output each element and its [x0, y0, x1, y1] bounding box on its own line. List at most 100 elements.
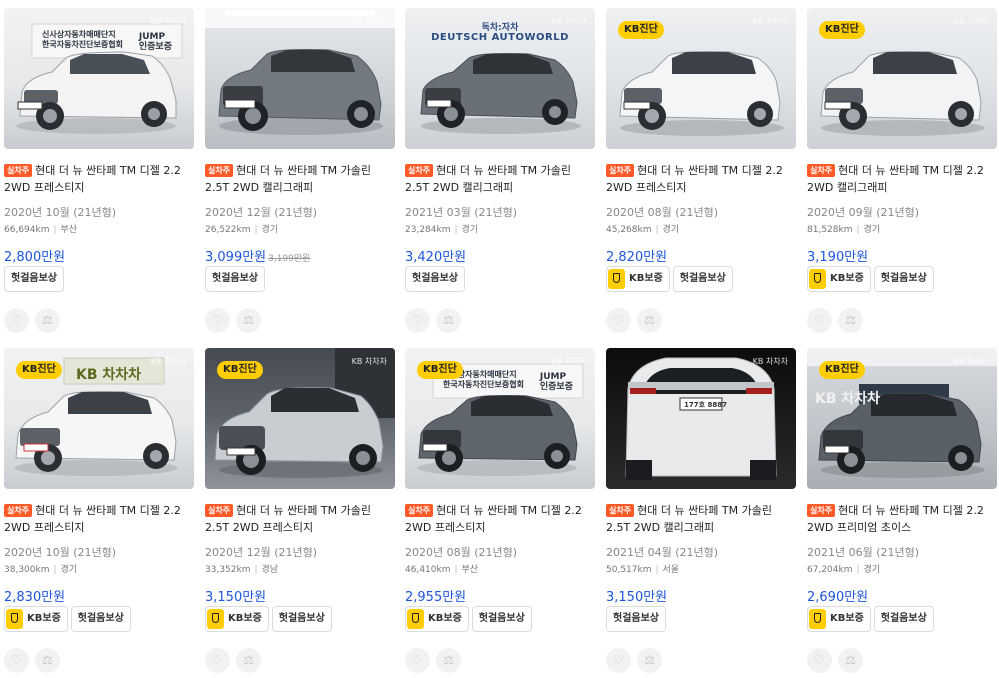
warranty-button[interactable]: 헛걸음보상	[471, 606, 532, 632]
kb-guarantee-button[interactable]: KB보증	[606, 266, 670, 292]
watermark: KB 차차차	[551, 17, 587, 26]
owner-badge: 실차주	[205, 164, 234, 177]
car-card[interactable]: 독차:자차 DEUTSCH AUTOWORLD KB 차차차 실차주 현대 더 뉴…	[405, 8, 595, 338]
owner-badge: 실차주	[405, 504, 434, 517]
shield-icon	[207, 609, 224, 629]
card-actions: ♡ ⚖	[405, 308, 467, 333]
car-card[interactable]: KB진단 KB 차차차 실차주 현대 더 뉴 싼타페 TM 디젤 2.2 2WD …	[606, 8, 796, 338]
car-photo[interactable]: KB진단 KB 차차차	[205, 348, 395, 489]
car-title[interactable]: 실차주 현대 더 뉴 싼타페 TM 가솔린 2.5T 2WD 캘리그래피	[405, 162, 595, 196]
card-actions: ♡ ⚖	[4, 648, 66, 673]
service-buttons: 헛걸음보상	[606, 606, 669, 632]
scale-icon[interactable]: ⚖	[838, 308, 863, 333]
heart-icon[interactable]: ♡	[807, 648, 832, 673]
scale-icon[interactable]: ⚖	[637, 648, 662, 673]
heart-icon[interactable]: ♡	[606, 648, 631, 673]
car-photo[interactable]: KB진단 KB 차차차	[606, 8, 796, 149]
car-card[interactable]: KB 차차차 KB진단 KB 차차차 실차주 현대 더 뉴 싼타페 TM 디젤 2…	[4, 348, 194, 678]
kb-wall-sign: KB 차차차	[76, 367, 142, 383]
service-buttons: 헛걸음보상	[205, 266, 268, 292]
heart-icon[interactable]: ♡	[807, 308, 832, 333]
kb-inspection-tag: KB진단	[819, 361, 865, 379]
shield-icon	[809, 269, 826, 289]
card-actions: ♡ ⚖	[606, 308, 668, 333]
car-price: 2,955만원	[405, 590, 467, 605]
scale-icon[interactable]: ⚖	[236, 648, 261, 673]
original-price: 3,199만원	[268, 254, 311, 264]
owner-badge: 실차주	[4, 164, 33, 177]
heart-icon[interactable]: ♡	[405, 308, 430, 333]
warranty-button[interactable]: 헛걸음보상	[873, 606, 934, 632]
heart-icon[interactable]: ♡	[405, 648, 430, 673]
car-meta: 66,694km | 부산	[4, 225, 78, 235]
car-title[interactable]: 실차주 현대 더 뉴 싼타페 TM 가솔린 2.5T 2WD 프레스티지	[205, 502, 395, 536]
warranty-button[interactable]: 헛걸음보상	[4, 266, 64, 292]
watermark: KB 차차차	[752, 17, 788, 26]
heart-icon[interactable]: ♡	[205, 308, 230, 333]
car-card[interactable]: KB 차차차 KB진단 KB 차차차 실차주 현대 더 뉴 싼타페 TM 디젤 2…	[807, 348, 997, 678]
scale-icon[interactable]: ⚖	[35, 648, 60, 673]
car-card[interactable]: KB진단 KB 차차차 실차주 현대 더 뉴 싼타페 TM 가솔린 2.5T 2W…	[205, 348, 395, 678]
card-actions: ♡ ⚖	[405, 648, 467, 673]
kb-guarantee-button[interactable]: KB보증	[405, 606, 469, 632]
card-actions: ♡ ⚖	[205, 648, 267, 673]
card-actions: ♡ ⚖	[606, 648, 668, 673]
car-card[interactable]: 177호 8887 KB 차차차 실차주 현대 더 뉴 싼타페 TM 가솔린 2.…	[606, 348, 796, 678]
kb-guarantee-button[interactable]: KB보증	[205, 606, 269, 632]
kb-guarantee-button[interactable]: KB보증	[807, 606, 871, 632]
service-buttons: KB보증 헛걸음보상	[205, 606, 335, 632]
owner-badge: 실차주	[205, 504, 234, 517]
card-actions: ♡ ⚖	[807, 308, 869, 333]
scale-icon[interactable]: ⚖	[35, 308, 60, 333]
car-photo[interactable]: KB 차차차 KB진단 KB 차차차	[807, 348, 997, 489]
warranty-button[interactable]: 헛걸음보상	[70, 606, 131, 632]
car-card[interactable]: 신사상자동차매매단지 한국자동차진단보증협회 JUMP 인증보증 KB 차차차 실차…	[4, 8, 194, 338]
car-card[interactable]: KB진단 KB 차차차 실차주 현대 더 뉴 싼타페 TM 디젤 2.2 2WD …	[807, 8, 997, 338]
car-title[interactable]: 실차주 현대 더 뉴 싼타페 TM 디젤 2.2 2WD 프레스티지	[4, 502, 194, 536]
car-title[interactable]: 실차주 현대 더 뉴 싼타페 TM 가솔린 2.5T 2WD 캘리그래피	[205, 162, 395, 196]
heart-icon[interactable]: ♡	[4, 648, 29, 673]
car-year: 2020년 10월 (21년형)	[4, 546, 117, 559]
car-title[interactable]: 실차주 현대 더 뉴 싼타페 TM 디젤 2.2 2WD 프레스티지	[606, 162, 796, 196]
car-title[interactable]: 실차주 현대 더 뉴 싼타페 TM 가솔린 2.5T 2WD 캘리그래피	[606, 502, 796, 536]
kb-guarantee-button[interactable]: KB보증	[807, 266, 871, 292]
car-title[interactable]: 실차주 현대 더 뉴 싼타페 TM 디젤 2.2 2WD 프리미엄 초이스	[807, 502, 997, 536]
scale-icon[interactable]: ⚖	[236, 308, 261, 333]
car-title[interactable]: 실차주 현대 더 뉴 싼타페 TM 디젤 2.2 2WD 프레스티지	[405, 502, 595, 536]
car-title[interactable]: 실차주 현대 더 뉴 싼타페 TM 디젤 2.2 2WD 프레스티지	[4, 162, 194, 196]
car-title[interactable]: 실차주 현대 더 뉴 싼타페 TM 디젤 2.2 2WD 캘리그래피	[807, 162, 997, 196]
plate-number: 177호 8887	[684, 401, 727, 409]
car-photo[interactable]: 신사상자동차매매단지 한국자동차진단보증협회 JUMP 인증보증 KB 차차차	[4, 8, 194, 149]
car-photo[interactable]: 신사상자동차매매단지 한국자동차진단보증협회 JUMP 인증보증 KB진단 KB 차…	[405, 348, 595, 489]
scale-icon[interactable]: ⚖	[436, 648, 461, 673]
warranty-button[interactable]: 헛걸음보상	[271, 606, 332, 632]
heart-icon[interactable]: ♡	[606, 308, 631, 333]
warranty-button[interactable]: 헛걸음보상	[672, 266, 733, 292]
car-meta: 81,528km | 경기	[807, 225, 881, 235]
card-actions: ♡ ⚖	[205, 308, 267, 333]
car-image	[205, 8, 395, 135]
scale-icon[interactable]: ⚖	[838, 648, 863, 673]
card-actions: ♡ ⚖	[4, 308, 66, 333]
scale-icon[interactable]: ⚖	[637, 308, 662, 333]
owner-badge: 실차주	[606, 164, 635, 177]
car-photo[interactable]: 독차:자차 DEUTSCH AUTOWORLD KB 차차차	[405, 8, 595, 149]
car-photo[interactable]: 177호 8887 KB 차차차	[606, 348, 796, 489]
car-photo[interactable]: KB 차차차 KB진단 KB 차차차	[4, 348, 194, 489]
car-card[interactable]: 신사상자동차매매단지 한국자동차진단보증협회 JUMP 인증보증 KB진단 KB 차…	[405, 348, 595, 678]
heart-icon[interactable]: ♡	[205, 648, 230, 673]
shield-icon	[6, 609, 23, 629]
warranty-button[interactable]: 헛걸음보상	[405, 266, 465, 292]
kb-guarantee-button[interactable]: KB보증	[4, 606, 68, 632]
watermark: KB 차차차	[953, 17, 989, 26]
car-listing-grid: 신사상자동차매매단지 한국자동차진단보증협회 JUMP 인증보증 KB 차차차 실차…	[0, 0, 999, 673]
warranty-button[interactable]: 헛걸음보상	[205, 266, 265, 292]
car-card[interactable]: KB 차차차 실차주 현대 더 뉴 싼타페 TM 가솔린 2.5T 2WD 캘리그…	[205, 8, 395, 338]
heart-icon[interactable]: ♡	[4, 308, 29, 333]
car-photo[interactable]: KB진단 KB 차차차	[807, 8, 997, 149]
car-photo[interactable]: KB 차차차	[205, 8, 395, 149]
warranty-button[interactable]: 헛걸음보상	[606, 606, 666, 632]
warranty-button[interactable]: 헛걸음보상	[873, 266, 934, 292]
scale-icon[interactable]: ⚖	[436, 308, 461, 333]
dealer-sign: 신사상자동차매매단지 한국자동차진단보증협회	[42, 30, 123, 49]
